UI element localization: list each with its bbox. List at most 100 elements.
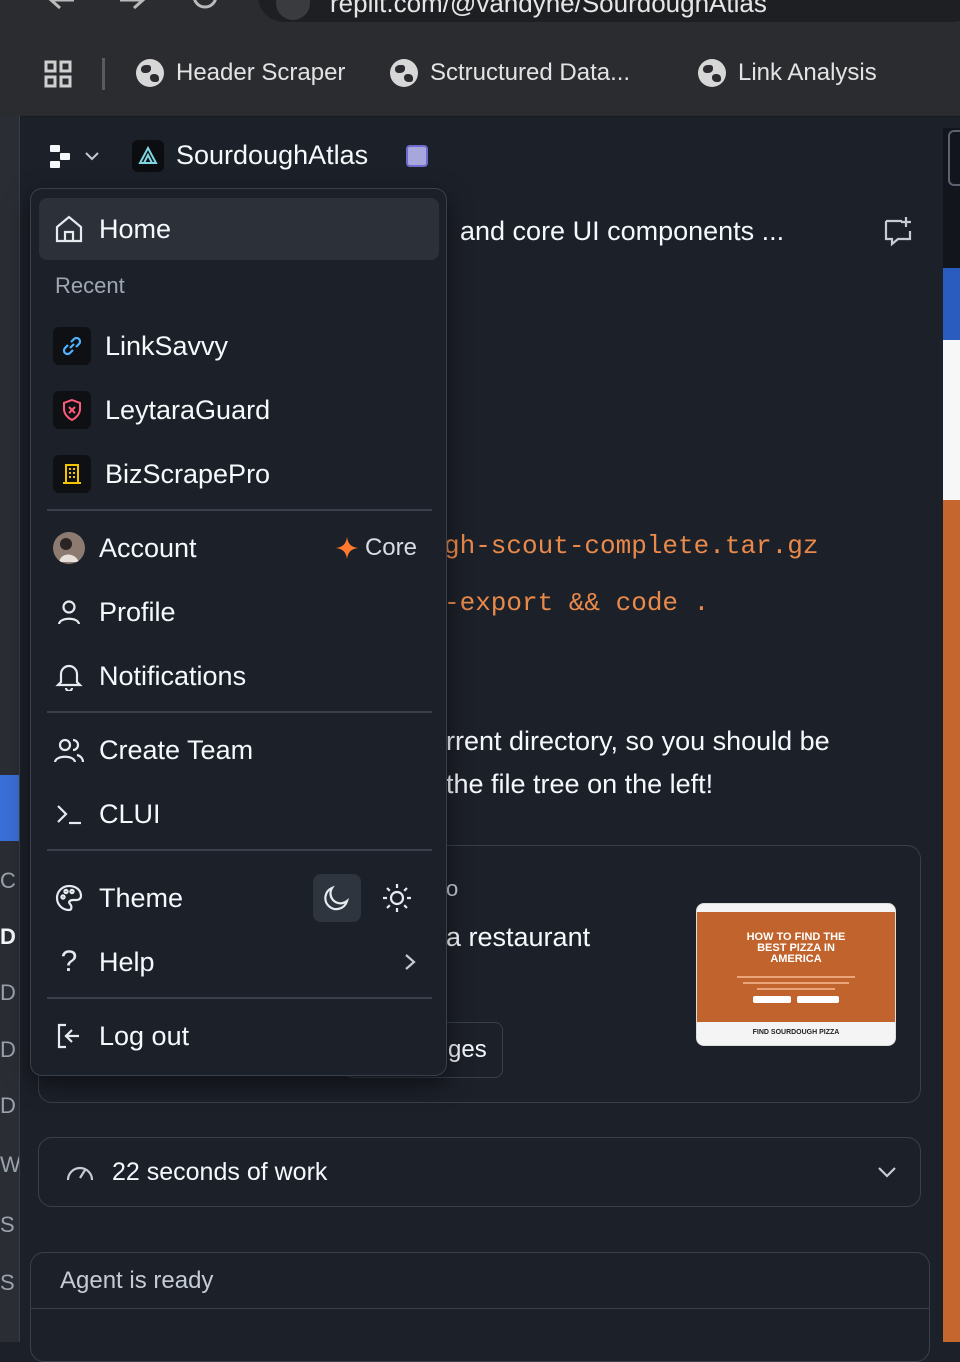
rail-letter: D bbox=[0, 924, 16, 949]
thumbnail-text-line bbox=[757, 988, 835, 990]
agent-status: Agent is ready bbox=[60, 1267, 214, 1294]
terminal-icon bbox=[53, 798, 85, 830]
reload-icon[interactable] bbox=[190, 0, 220, 16]
panel-toggle-edge[interactable] bbox=[948, 130, 960, 186]
palette-icon bbox=[53, 882, 85, 914]
globe-icon bbox=[136, 59, 164, 87]
menu-item-create-team[interactable]: Create Team bbox=[39, 719, 439, 781]
main-menu: Home Recent LinkSavvy LeytaraGuard BizSc… bbox=[30, 188, 447, 1076]
gauge-icon bbox=[64, 1158, 96, 1186]
thumbnail-button bbox=[797, 996, 839, 1003]
stop-badge-icon[interactable] bbox=[406, 145, 428, 167]
light-mode-button[interactable] bbox=[373, 874, 421, 922]
menu-label: Theme bbox=[99, 882, 184, 913]
bookmark-label: Link Analysis bbox=[738, 59, 877, 86]
bell-icon bbox=[53, 660, 85, 692]
menu-item-profile[interactable]: Profile bbox=[39, 581, 439, 643]
bookmark-structured-data[interactable]: Sctructured Data... bbox=[390, 56, 630, 90]
menu-label: LinkSavvy bbox=[105, 330, 229, 361]
menu-label: Log out bbox=[99, 1020, 190, 1051]
new-chat-icon[interactable] bbox=[882, 215, 914, 247]
rail-letter: S bbox=[0, 1270, 15, 1295]
question-icon: ? bbox=[60, 945, 78, 978]
thumbnail-text-line bbox=[737, 976, 855, 978]
project-name[interactable]: SourdoughAtlas bbox=[176, 140, 368, 171]
menu-divider bbox=[47, 849, 432, 851]
agent-input-field[interactable] bbox=[32, 1310, 928, 1342]
view-changes-label: ges bbox=[448, 1036, 487, 1063]
forward-icon[interactable] bbox=[118, 0, 148, 16]
apps-grid-icon[interactable] bbox=[44, 60, 72, 88]
rail-letter: D bbox=[0, 980, 16, 1005]
avatar bbox=[53, 532, 85, 564]
recent-project-bizscrapepro[interactable]: BizScrapePro bbox=[39, 443, 439, 505]
menu-item-account[interactable]: Account Core bbox=[39, 517, 439, 579]
menu-label: Home bbox=[99, 213, 172, 244]
menu-divider bbox=[47, 711, 432, 713]
thumbnail-button bbox=[753, 996, 791, 1003]
work-summary-text: 22 seconds of work bbox=[112, 1158, 328, 1186]
bookmarks-bar: Header Scraper Sctructured Data... Link … bbox=[0, 28, 960, 117]
chat-message-line: rrent directory, so you should be bbox=[446, 726, 830, 756]
chat-message-line: and core UI components ... bbox=[460, 216, 785, 246]
recent-project-leytaraguard[interactable]: LeytaraGuard bbox=[39, 379, 439, 441]
project-icon bbox=[132, 140, 164, 172]
preview-pane-edge-blue bbox=[943, 268, 960, 340]
back-icon[interactable] bbox=[46, 0, 76, 16]
screenshot-thumbnail[interactable]: HOW TO FIND THE BEST PIZZA IN AMERICA FI… bbox=[696, 903, 896, 1046]
home-icon bbox=[53, 213, 85, 245]
menu-item-home[interactable]: Home bbox=[39, 198, 439, 260]
sun-icon bbox=[383, 884, 411, 912]
moon-icon bbox=[324, 885, 349, 911]
thumbnail-section-title: FIND SOURDOUGH PIZZA bbox=[752, 1029, 840, 1036]
thumbnail-hero bbox=[697, 912, 895, 1022]
shield-icon bbox=[53, 391, 91, 429]
code-line: gh-scout-complete.tar.gz bbox=[444, 531, 819, 561]
rail-letter: W bbox=[0, 1152, 19, 1177]
logout-icon bbox=[53, 1020, 85, 1052]
recent-heading: Recent bbox=[55, 273, 125, 298]
dark-mode-button[interactable] bbox=[313, 874, 361, 922]
chevron-down-icon[interactable] bbox=[84, 148, 100, 164]
rail-letter: D bbox=[0, 1037, 16, 1062]
rail-active-tool[interactable] bbox=[0, 775, 19, 841]
menu-label: BizScrapePro bbox=[105, 458, 271, 489]
code-line: -export && code . bbox=[444, 588, 710, 618]
card-description: a restaurant bbox=[446, 922, 591, 952]
rail-letter: D bbox=[0, 1093, 16, 1118]
menu-divider bbox=[47, 509, 432, 511]
menu-item-clui[interactable]: CLUI bbox=[39, 783, 439, 845]
menu-label: Help bbox=[99, 946, 155, 977]
thumbnail-text-line bbox=[743, 982, 849, 984]
replit-logo-icon[interactable] bbox=[48, 144, 74, 170]
menu-item-theme: Theme bbox=[39, 867, 439, 929]
menu-label: LeytaraGuard bbox=[105, 394, 271, 425]
plan-label: Core bbox=[364, 534, 417, 561]
menu-item-logout[interactable]: Log out bbox=[39, 1005, 439, 1067]
bookmark-label: Sctructured Data... bbox=[430, 59, 631, 86]
menu-label: Profile bbox=[99, 596, 176, 627]
chat-message-line: the file tree on the left! bbox=[446, 769, 714, 799]
menu-item-help[interactable]: ? Help bbox=[39, 931, 439, 993]
menu-label: Notifications bbox=[99, 660, 247, 691]
theme-toggle bbox=[313, 874, 421, 922]
browser-toolbar: replit.com/@vandyne/SourdoughAtlas bbox=[0, 0, 960, 28]
user-icon bbox=[53, 596, 85, 628]
globe-icon bbox=[698, 59, 726, 87]
rail-letter: C bbox=[0, 868, 16, 893]
link-icon bbox=[53, 327, 91, 365]
chevron-down-icon[interactable] bbox=[876, 1162, 898, 1182]
preview-pane-edge-orange bbox=[943, 500, 960, 1342]
bookmarks-divider bbox=[102, 58, 105, 90]
menu-divider bbox=[47, 997, 432, 999]
rail-letter: S bbox=[0, 1212, 15, 1237]
menu-item-notifications[interactable]: Notifications bbox=[39, 645, 439, 707]
menu-label: CLUI bbox=[99, 798, 161, 829]
sparkle-icon bbox=[335, 537, 358, 559]
recent-project-linksavvy[interactable]: LinkSavvy bbox=[39, 315, 439, 377]
bookmark-link-analysis[interactable]: Link Analysis bbox=[698, 56, 877, 90]
chevron-right-icon bbox=[403, 952, 417, 972]
address-text[interactable]: replit.com/@vandyne/SourdoughAtlas bbox=[330, 0, 767, 19]
bookmark-header-scraper[interactable]: Header Scraper bbox=[136, 56, 345, 90]
building-icon bbox=[53, 455, 91, 493]
